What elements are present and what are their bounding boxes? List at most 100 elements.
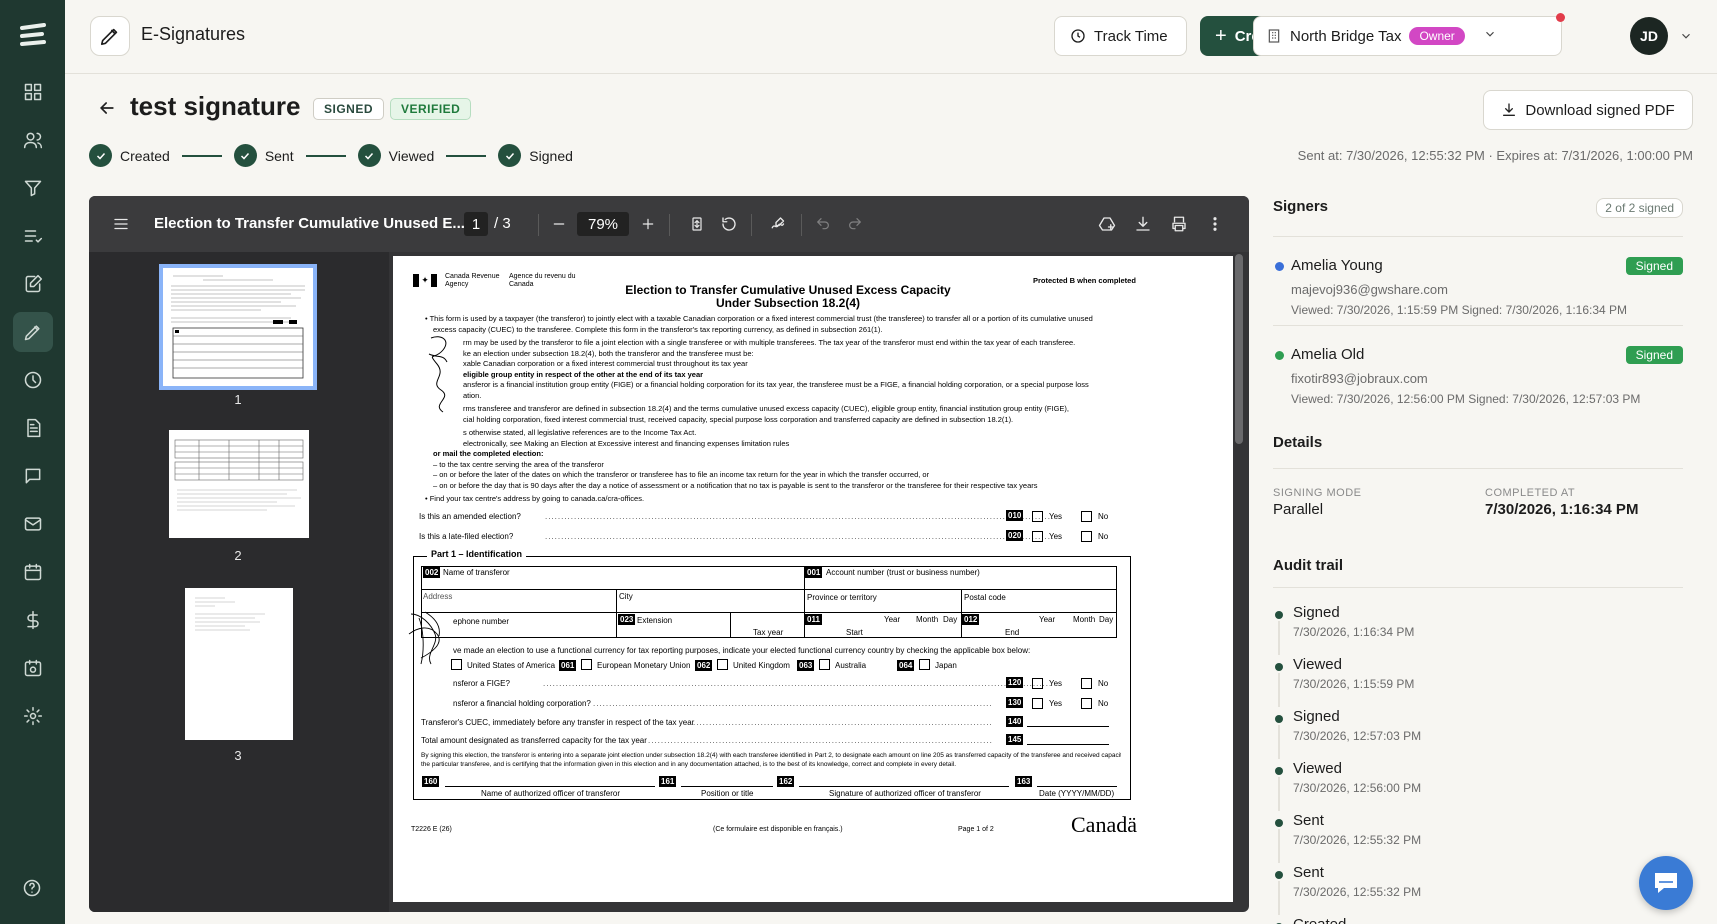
save-to-drive-icon[interactable] bbox=[1097, 214, 1117, 234]
currency-usa-checkbox[interactable] bbox=[451, 659, 462, 670]
organization-switcher[interactable]: North Bridge Tax Owner bbox=[1253, 13, 1565, 56]
track-time-button[interactable]: Track Time bbox=[1054, 16, 1187, 56]
field-number: 011 bbox=[805, 614, 822, 625]
plus-icon: + bbox=[1215, 24, 1227, 47]
field-label: Account number (trust or business number… bbox=[826, 568, 980, 577]
instruction-line: or mail the completed election: bbox=[433, 449, 544, 458]
signer-status-badge: Signed bbox=[1625, 346, 1683, 364]
signer-email: majevoj936@gwshare.com bbox=[1291, 282, 1448, 297]
zoom-out-icon[interactable] bbox=[549, 214, 569, 234]
help-icon[interactable] bbox=[12, 868, 52, 908]
thumbnail-page-3[interactable] bbox=[185, 588, 293, 740]
currency-uk-checkbox[interactable] bbox=[717, 659, 728, 670]
instruction-line: – to the tax centre serving the area of … bbox=[433, 459, 604, 469]
fige-no-checkbox[interactable] bbox=[1081, 678, 1092, 689]
date-field[interactable] bbox=[1037, 786, 1117, 787]
zoom-level[interactable]: 79% bbox=[577, 212, 629, 236]
field-label: Day bbox=[943, 615, 958, 624]
dot-leader: ........................................… bbox=[545, 512, 1055, 521]
thumbnail-page-1[interactable] bbox=[159, 264, 317, 390]
nav-settings-icon[interactable] bbox=[13, 696, 53, 736]
fit-page-icon[interactable] bbox=[687, 214, 707, 234]
telephone-field[interactable] bbox=[421, 612, 617, 638]
rotate-icon[interactable] bbox=[719, 214, 739, 234]
field-label: Year bbox=[1039, 615, 1056, 624]
toolbar-divider bbox=[669, 214, 670, 236]
track-time-label: Track Time bbox=[1094, 27, 1168, 45]
signature-field[interactable] bbox=[799, 786, 1009, 787]
timeline-line bbox=[1278, 777, 1280, 811]
tax-year-start-field[interactable] bbox=[804, 612, 962, 638]
chat-support-button[interactable] bbox=[1639, 856, 1693, 910]
annotate-icon[interactable] bbox=[769, 214, 789, 234]
step-label: Created bbox=[120, 147, 170, 164]
chat-bubble-icon bbox=[1655, 873, 1677, 893]
app-logo-icon[interactable] bbox=[18, 22, 48, 50]
currency-australia-checkbox[interactable] bbox=[819, 659, 830, 670]
nav-billing-icon[interactable] bbox=[13, 600, 53, 640]
total-amount-field[interactable] bbox=[1027, 744, 1109, 745]
account-chevron-icon[interactable] bbox=[1679, 29, 1693, 48]
divider bbox=[1273, 587, 1683, 588]
pdf-document-name: Election to Transfer Cumulative Unused E… bbox=[154, 215, 465, 232]
nav-mail-icon[interactable] bbox=[13, 504, 53, 544]
audit-event: Sent bbox=[1293, 864, 1324, 881]
zoom-in-icon[interactable] bbox=[638, 214, 658, 234]
fhc-yes-checkbox[interactable] bbox=[1032, 698, 1043, 709]
no-label: No bbox=[1098, 532, 1109, 541]
status-badge-signed: SIGNED bbox=[313, 98, 385, 120]
instruction-line: • This form is used by a taxpayer (the t… bbox=[425, 314, 1093, 323]
nav-messages-icon[interactable] bbox=[13, 456, 53, 496]
timeline-line bbox=[1278, 881, 1280, 915]
thumbnail-page-2[interactable] bbox=[169, 430, 309, 538]
pdf-scrollbar[interactable] bbox=[1235, 254, 1243, 444]
field-label: Postal code bbox=[964, 593, 1006, 602]
nav-filter-icon[interactable] bbox=[13, 168, 53, 208]
city-field[interactable] bbox=[616, 589, 805, 613]
divider bbox=[1273, 468, 1683, 469]
late-no-checkbox[interactable] bbox=[1081, 531, 1092, 542]
step-label: Viewed bbox=[388, 147, 435, 164]
field-number: 161 bbox=[659, 776, 677, 787]
more-options-icon[interactable] bbox=[1205, 214, 1225, 234]
nav-contacts-icon[interactable] bbox=[13, 120, 53, 160]
nav-tasks-icon[interactable] bbox=[13, 216, 53, 256]
yes-label: Yes bbox=[1049, 679, 1063, 688]
currency-japan-checkbox[interactable] bbox=[919, 659, 930, 670]
nav-invoices-icon[interactable] bbox=[13, 408, 53, 448]
nav-calendar-icon[interactable] bbox=[13, 552, 53, 592]
download-signed-pdf-button[interactable]: Download signed PDF bbox=[1483, 90, 1693, 130]
pdf-toolbar: Election to Transfer Cumulative Unused E… bbox=[89, 196, 1249, 252]
nav-time-icon[interactable] bbox=[13, 360, 53, 400]
back-arrow-icon[interactable] bbox=[97, 98, 117, 118]
nav-esignatures-icon[interactable] bbox=[12, 312, 53, 352]
undo-icon[interactable] bbox=[813, 214, 833, 234]
field-label: Day bbox=[1099, 615, 1114, 624]
part1-title: Part 1 – Identification bbox=[427, 549, 527, 559]
details-heading: Details bbox=[1273, 434, 1323, 451]
toolbar-divider bbox=[538, 214, 539, 236]
print-icon[interactable] bbox=[1169, 214, 1189, 234]
officer-name-field[interactable] bbox=[445, 786, 655, 787]
nav-schedule-icon[interactable] bbox=[13, 648, 53, 688]
check-icon bbox=[233, 144, 257, 167]
notification-dot bbox=[1556, 13, 1565, 22]
nav-documents-edit-icon[interactable] bbox=[13, 264, 53, 304]
page-number-input[interactable]: 1 bbox=[464, 212, 488, 236]
avatar[interactable]: JD bbox=[1630, 17, 1668, 55]
nav-dashboard-icon[interactable] bbox=[13, 72, 53, 112]
position-title-field[interactable] bbox=[681, 786, 773, 787]
cuec-amount-field[interactable] bbox=[1027, 726, 1109, 727]
fige-yes-checkbox[interactable] bbox=[1032, 678, 1043, 689]
thumbnail-label: 1 bbox=[234, 392, 242, 407]
redo-icon[interactable] bbox=[845, 214, 865, 234]
currency-emu-checkbox[interactable] bbox=[581, 659, 592, 670]
amended-yes-checkbox[interactable] bbox=[1032, 511, 1043, 522]
late-yes-checkbox[interactable] bbox=[1032, 531, 1043, 542]
download-pdf-icon[interactable] bbox=[1133, 214, 1153, 234]
amended-no-checkbox[interactable] bbox=[1081, 511, 1092, 522]
sidebar-menu-icon[interactable] bbox=[111, 214, 131, 234]
field-label: Address bbox=[423, 592, 453, 601]
signature-label: Name of authorized officer of transferor bbox=[481, 789, 621, 798]
fhc-no-checkbox[interactable] bbox=[1081, 698, 1092, 709]
